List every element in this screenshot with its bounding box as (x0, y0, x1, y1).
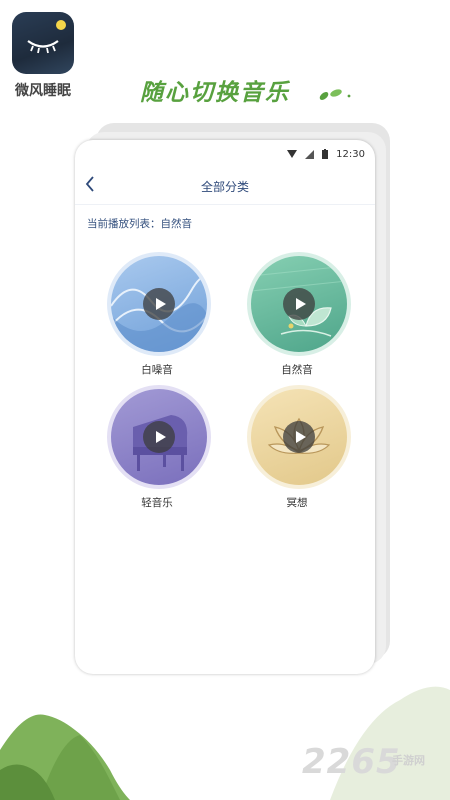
signal-icon (305, 149, 315, 159)
category-light-music[interactable]: 轻音乐 (107, 385, 211, 510)
category-label: 冥想 (286, 497, 308, 509)
leaves-icon (319, 89, 351, 100)
moon-icon (56, 20, 66, 30)
status-time: 12:30 (336, 148, 365, 160)
play-button[interactable] (283, 421, 315, 453)
play-button[interactable] (143, 288, 175, 320)
app-logo (12, 12, 74, 74)
play-button[interactable] (283, 288, 315, 320)
category-meditation[interactable]: 冥想 (247, 385, 351, 510)
promo-headline: 随心切换音乐 (140, 80, 290, 106)
wifi-icon (287, 150, 298, 158)
page-title: 全部分类 (200, 180, 249, 194)
battery-icon (322, 149, 329, 159)
category-label: 自然音 (281, 364, 313, 376)
closed-eye-icon (27, 40, 59, 54)
category-nature[interactable]: 自然音 (247, 252, 351, 377)
category-circle (107, 385, 211, 489)
nav-bar: 全部分类 (75, 168, 375, 205)
phone-screen: 12:30 全部分类 当前播放列表：自然音 白噪音 自然音 轻音乐 冥想 (75, 140, 375, 674)
watermark-sub: 手游网 (392, 754, 425, 767)
category-circle (107, 252, 211, 356)
play-button[interactable] (143, 421, 175, 453)
category-white-noise[interactable]: 白噪音 (107, 252, 211, 377)
category-circle (247, 252, 351, 356)
current-playlist-label: 当前播放列表：自然音 (87, 218, 192, 230)
category-label: 轻音乐 (141, 497, 173, 509)
watermark-brand: 2265 (302, 742, 401, 782)
app-name: 微风睡眠 (15, 83, 71, 99)
status-bar: 12:30 (287, 146, 365, 162)
category-label: 白噪音 (141, 364, 173, 376)
category-circle (247, 385, 351, 489)
